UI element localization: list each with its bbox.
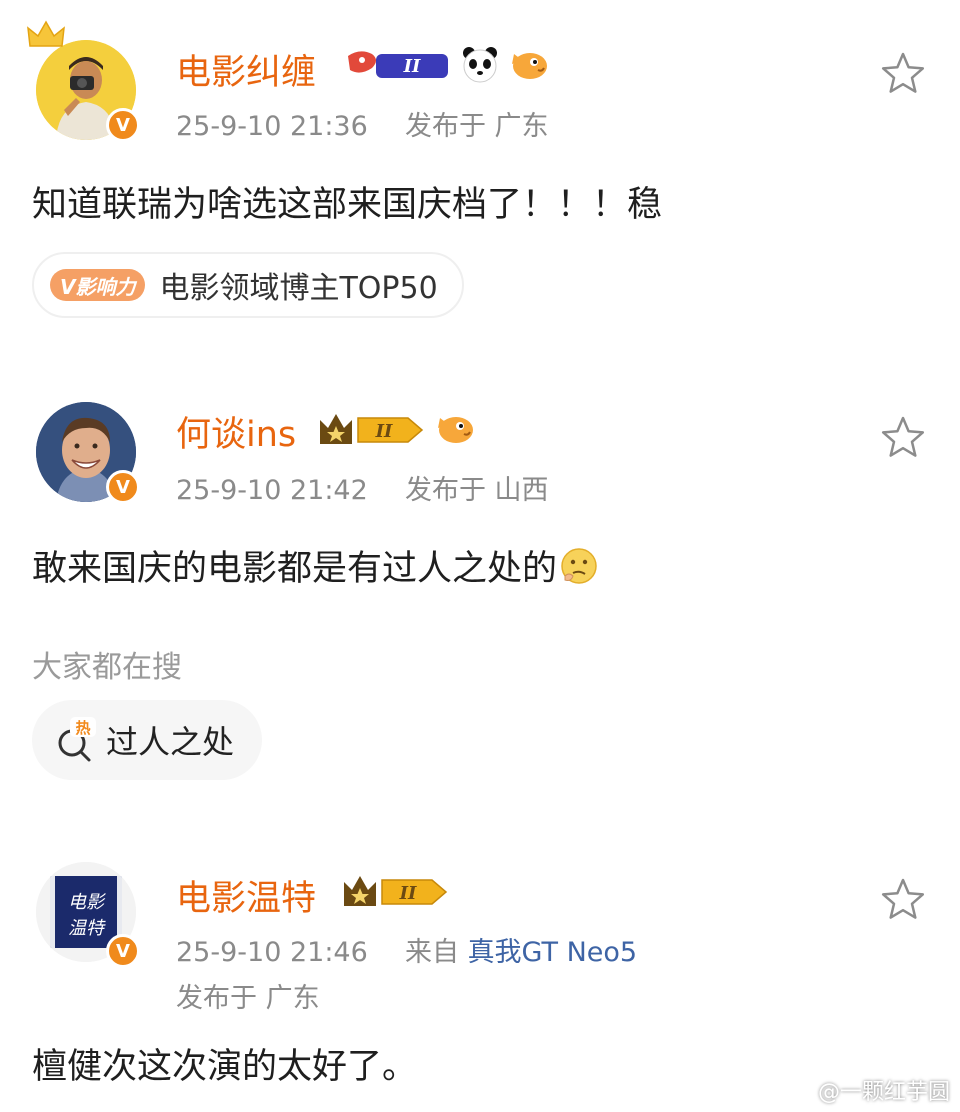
level-badge-text: II [399,883,417,904]
influence-tag[interactable]: V影响力 电影领域博主TOP50 [32,252,464,318]
level-badge-text: II [403,56,421,77]
comment-text: 敢来国庆的电影都是有过人之处的 [32,540,599,591]
trending-search-label: 大家都在搜 [32,650,182,685]
avatar-logo-text: 电影 [68,892,106,913]
timestamp: 25-9-10 21:46 [176,937,368,968]
favorite-star-icon[interactable] [880,876,926,922]
username[interactable]: 电影纠缠 [176,44,316,95]
fish-icon [438,417,473,443]
comment-text: 檀健次这次演的太好了。 [32,1047,418,1087]
level-badge-text: II [375,421,393,442]
comment-card: V 电影纠缠 II 25-9-10 21:36 发布于 广东 知道联瑞为啥选这部… [0,0,960,340]
hot-search-icon: 热 [58,717,96,762]
trending-search-chip[interactable]: 热 过人之处 [32,700,263,780]
level-badge-icon: II [344,876,448,906]
influence-label: V影响力 [50,269,146,301]
level-badge-icon: II [320,414,424,444]
verified-badge: V [106,470,140,504]
fish-icon [512,53,547,79]
avatar-logo-text: 温特 [68,918,106,939]
source-device-link[interactable]: 真我GT Neo5 [468,937,638,968]
watermark-text: @一颗红芋圆 [817,1080,950,1105]
location: 发布于 广东 [404,111,549,142]
source-prefix: 来自 [404,937,459,968]
comment-card: 电影 温特 V 电影温特 II 25-9-10 21:46 来自 真我GT Ne… [0,840,960,1112]
favorite-star-icon[interactable] [880,50,926,96]
favorite-star-icon[interactable] [880,414,926,460]
weibo-logo-icon [779,1080,810,1102]
crown-icon [27,20,65,47]
panda-icon [463,47,497,83]
verified-badge: V [106,934,140,968]
comment-meta: 25-9-10 21:42 发布于 山西 [176,468,549,507]
timestamp: 25-9-10 21:42 [176,475,368,506]
comment-meta: 25-9-10 21:46 来自 真我GT Neo5 [176,930,637,969]
timestamp: 25-9-10 21:36 [176,111,368,142]
watermark: @一颗红芋圆 [778,1074,950,1106]
username[interactable]: 电影温特 [176,870,316,921]
level-badge-icon: II [348,51,448,78]
username[interactable]: 何谈ins [176,406,296,457]
influence-rank: 电影领域博主TOP50 [159,271,438,306]
comment-text-body: 敢来国庆的电影都是有过人之处的 [32,549,558,589]
trending-search-term: 过人之处 [106,723,235,761]
comment-card: V 何谈ins II 25-9-10 21:42 发布于 山西 敢来国庆的电影都… [0,380,960,800]
thinking-emoji-icon [561,547,597,584]
location: 发布于 山西 [404,475,549,506]
comment-text: 知道联瑞为啥选这部来国庆档了！！！稳 [32,185,663,225]
hot-tag: 热 [75,719,90,737]
location: 发布于 广东 [176,983,320,1014]
comment-meta: 25-9-10 21:36 发布于 广东 [176,104,549,143]
verified-badge: V [106,108,140,142]
